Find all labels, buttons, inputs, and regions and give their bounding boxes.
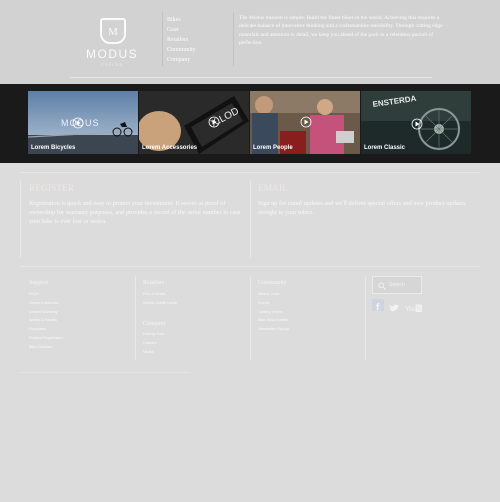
header-divider-left — [162, 12, 163, 66]
youtube-icon[interactable]: You Tb — [405, 300, 422, 313]
search-box[interactable]: Search — [372, 276, 422, 294]
footer-support-title: Support — [29, 280, 49, 286]
footer-company-title: Company — [143, 321, 167, 327]
footer-link[interactable]: FAQ's — [29, 290, 63, 299]
footer-link[interactable]: Careers — [143, 339, 164, 348]
tile-classic-caption: Lorem Classic — [364, 145, 406, 151]
nav-item-community[interactable]: Community — [167, 45, 196, 55]
tile-people-caption: Lorem People — [253, 145, 293, 151]
main-nav: Bikes Gear Retailers Community Company — [167, 15, 196, 65]
footer-community-title: Community — [258, 280, 287, 286]
footer-link[interactable]: Safety & Recalls — [29, 316, 63, 325]
brand-logo[interactable]: M MODUS CYCLES — [86, 18, 139, 67]
sections-top-rule — [20, 172, 480, 173]
nav-item-company[interactable]: Company — [167, 55, 196, 65]
search-icon — [378, 282, 386, 290]
footer-link[interactable]: Feedback — [29, 325, 63, 334]
footer-link[interactable]: Newsletter Signup — [258, 325, 289, 334]
header-divider-right — [233, 12, 234, 66]
footer-top-rule — [20, 266, 480, 267]
register-title[interactable]: REGISTER — [29, 183, 74, 193]
brand-subtitle: CYCLES — [100, 62, 123, 67]
footer-link[interactable]: Product Registration — [29, 334, 63, 343]
footer-retailers-title: Retailers — [143, 280, 165, 286]
footer-link[interactable]: Media — [143, 348, 164, 357]
twitter-icon[interactable] — [388, 300, 400, 312]
nav-item-gear[interactable]: Gear — [167, 25, 196, 35]
footer-divider-3 — [365, 276, 366, 360]
footer-link[interactable]: Cycling Teams — [258, 308, 289, 317]
svg-text:f: f — [376, 303, 380, 313]
header-rule — [70, 77, 432, 78]
nav-item-bikes[interactable]: Bikes — [167, 15, 196, 25]
footer-link[interactable]: Modus Crew — [258, 290, 289, 299]
footer-link[interactable]: Bike Archives — [29, 343, 63, 352]
footer-divider-1 — [135, 276, 136, 360]
email-title[interactable]: EMAIL — [258, 183, 288, 193]
footer-link[interactable]: Owner's Manuals — [29, 299, 63, 308]
tile-bicycles-caption: Lorem Bicycles — [31, 145, 76, 151]
footer-link[interactable]: Factory Tour — [143, 330, 164, 339]
footer-company-links: Factory Tour Careers Media — [143, 330, 164, 356]
sections-mid-rule — [250, 180, 251, 258]
footer-divider-2 — [250, 276, 251, 360]
footer-link[interactable]: Find a Dealer — [143, 290, 177, 299]
tile-classic[interactable]: ENSTERDA Lorem Classic — [361, 91, 471, 154]
register-text: Registration is quick and easy to protec… — [29, 200, 241, 226]
brand-name: MODUS — [86, 47, 139, 61]
footer-link[interactable]: Events — [258, 299, 289, 308]
tile-bicycles[interactable]: MODUS Lorem Bicycles — [28, 91, 138, 154]
footer-retailers-links: Find a Dealer Modus Credit Cards — [143, 290, 177, 308]
search-input[interactable]: Search — [389, 282, 405, 288]
footer-community-links: Modus Crew Events Cycling Teams Bike Sho… — [258, 290, 289, 334]
svg-text:Tb: Tb — [416, 307, 422, 313]
mission-lead: The Modus mission — [239, 15, 283, 21]
email-text: Sign up for email updates and we'll deli… — [258, 200, 466, 217]
footer-support-links: FAQ's Owner's Manuals Limited Warranty S… — [29, 290, 63, 352]
footer-link[interactable]: Bike Shop Events — [258, 316, 289, 325]
tile-accessories[interactable]: X.LOD Lorem Accessories — [139, 91, 249, 154]
svg-text:M: M — [108, 26, 118, 38]
footer-link[interactable]: Modus Credit Cards — [143, 299, 177, 308]
footer-bottom-rule — [20, 372, 190, 373]
mission-statement: The Modus mission is simple: Build the f… — [239, 14, 444, 48]
nav-item-retailers[interactable]: Retailers — [167, 35, 196, 45]
facebook-icon[interactable]: f — [372, 299, 384, 314]
tile-people[interactable]: Lorem People — [250, 91, 360, 154]
tile-accessories-caption: Lorem Accessories — [142, 145, 198, 151]
register-left-rule — [20, 180, 21, 258]
footer-link[interactable]: Limited Warranty — [29, 308, 63, 317]
logo-emblem-icon: M — [100, 18, 126, 44]
